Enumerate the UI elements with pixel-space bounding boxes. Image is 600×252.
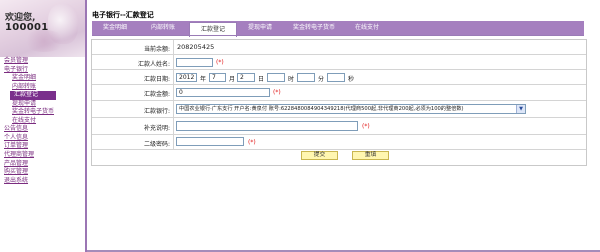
chevron-down-icon[interactable]: ▼ xyxy=(516,105,525,113)
required-mark: (*) xyxy=(248,139,256,146)
year-unit: 年 xyxy=(200,76,207,83)
month-input[interactable]: 7 xyxy=(209,73,226,82)
sidebar-item-internal-transfer[interactable]: 内部转账 xyxy=(4,83,84,92)
note-input[interactable] xyxy=(176,121,358,131)
user-banner: 欢迎您, 100001 xyxy=(0,0,85,57)
bank-select[interactable]: 中国农业银行·广东支行 开户名:黄泉付 账号:62284800849043492… xyxy=(176,104,526,114)
bank-label: 汇款银行: xyxy=(143,108,170,115)
day-input[interactable]: 2 xyxy=(237,73,255,82)
tab-bonus-to-ecurrency[interactable]: 奖金转电子货币 xyxy=(287,21,341,35)
amount-label: 汇款金额: xyxy=(143,91,170,98)
sidebar-item-bonus-to-ecurrency[interactable]: 奖金转电子货币 xyxy=(4,108,84,117)
column-separator xyxy=(173,135,174,149)
column-separator xyxy=(173,118,174,134)
page-title: 电子银行--汇款登记 xyxy=(92,11,154,19)
sidebar-item-e-bank[interactable]: 电子银行 xyxy=(4,66,84,75)
sidebar-item-announcements[interactable]: 公告信息 xyxy=(4,125,84,134)
balance-label: 当前余额: xyxy=(143,46,170,53)
sidebar-item-agent-management[interactable]: 代理商管理 xyxy=(4,151,84,160)
tab-withdraw-request[interactable]: 提现申请 xyxy=(237,21,283,35)
password-label: 二级密码: xyxy=(143,141,170,148)
amount-row: 汇款金额: 0 (*) xyxy=(92,85,586,101)
column-separator xyxy=(173,40,174,54)
column-separator xyxy=(173,70,174,84)
remitter-row: 汇款人姓名: (*) xyxy=(92,55,586,70)
sidebar-item-withdraw-request[interactable]: 提现申请 xyxy=(4,100,84,109)
minute-unit: 分 xyxy=(318,76,325,83)
submit-button[interactable]: 提交 xyxy=(301,151,338,160)
banner-decoration xyxy=(22,30,66,52)
sidebar-item-logout[interactable]: 退出系统 xyxy=(4,177,84,186)
minute-input[interactable] xyxy=(297,73,315,82)
sidebar-item-product-management[interactable]: 产品管理 xyxy=(4,160,84,169)
sidebar-divider xyxy=(85,0,87,252)
sidebar: 欢迎您, 100001 会员管理 电子银行 奖金明细 内部转账 汇款登记 提现申… xyxy=(0,0,85,252)
sidebar-nav: 会员管理 电子银行 奖金明细 内部转账 汇款登记 提现申请 奖金转电子货币 在线… xyxy=(4,57,84,185)
note-row: 补充说明: (*) xyxy=(92,118,586,135)
date-label: 汇款日期: xyxy=(143,76,170,83)
hour-unit: 时 xyxy=(288,76,295,83)
required-mark: (*) xyxy=(362,123,370,130)
bank-row: 汇款银行: 中国农业银行·广东支行 开户名:黄泉付 账号:62284800849… xyxy=(92,101,586,118)
tab-internal-transfer[interactable]: 内部转账 xyxy=(140,21,186,35)
balance-value: 208205425 xyxy=(177,43,215,51)
sidebar-item-bonus-details[interactable]: 奖金明细 xyxy=(4,74,84,83)
column-separator xyxy=(173,85,174,100)
year-input[interactable]: 2012 xyxy=(176,73,197,82)
date-row: 汇款日期: 2012 年 7 月 2 日 时 分 秒 xyxy=(92,70,586,85)
sidebar-item-purchase-management[interactable]: 购买管理 xyxy=(4,168,84,177)
remitter-name-input[interactable] xyxy=(176,58,213,67)
column-separator xyxy=(173,55,174,69)
required-mark: (*) xyxy=(216,59,224,66)
second-input[interactable] xyxy=(327,73,345,82)
reset-button[interactable]: 重填 xyxy=(352,151,389,160)
column-separator xyxy=(173,101,174,117)
tab-underline xyxy=(92,35,584,36)
required-mark: (*) xyxy=(273,89,281,96)
amount-input[interactable]: 0 xyxy=(176,88,270,97)
sidebar-item-member-management[interactable]: 会员管理 xyxy=(4,57,84,66)
hour-input[interactable] xyxy=(267,73,285,82)
password-row: 二级密码: (*) xyxy=(92,135,586,150)
bank-selected-value: 中国农业银行·广东支行 开户名:黄泉付 账号:62284800849043492… xyxy=(179,106,464,112)
remittance-form: 当前余额: 208205425 汇款人姓名: (*) 汇款日期: 2012 年 … xyxy=(91,39,587,166)
note-label: 补充说明: xyxy=(143,125,170,132)
day-unit: 日 xyxy=(258,76,265,83)
user-id: 100001 xyxy=(5,22,49,33)
sidebar-item-remittance-registration[interactable]: 汇款登记 xyxy=(10,91,56,100)
balance-row: 当前余额: 208205425 xyxy=(92,40,586,55)
sidebar-item-order-management[interactable]: 订单管理 xyxy=(4,142,84,151)
tab-bonus-details[interactable]: 奖金明细 xyxy=(92,21,138,35)
remitter-label: 汇款人姓名: xyxy=(137,61,170,68)
second-password-input[interactable] xyxy=(176,137,244,146)
month-unit: 月 xyxy=(229,76,236,83)
second-unit: 秒 xyxy=(348,76,355,83)
tab-online-payment[interactable]: 在线支付 xyxy=(344,21,390,35)
